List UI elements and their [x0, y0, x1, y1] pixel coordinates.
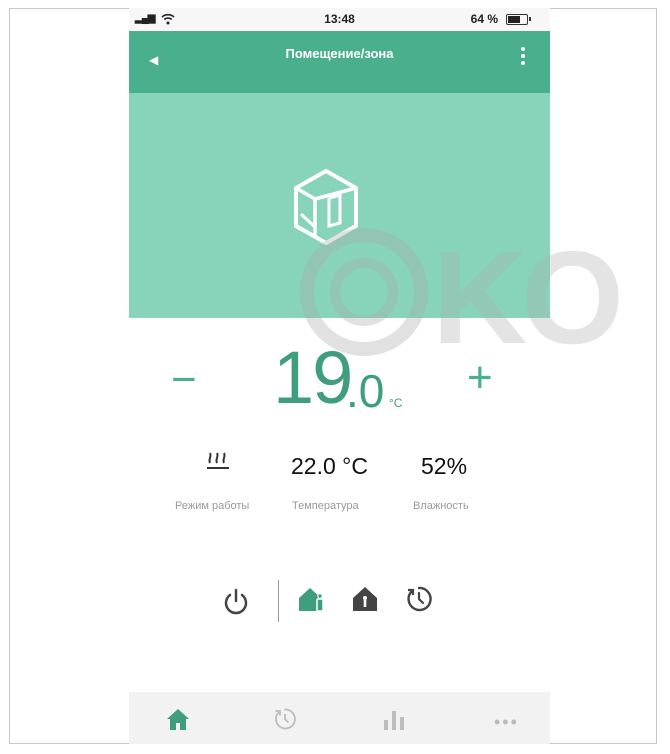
increase-temp-button[interactable]: + [467, 356, 493, 400]
phone-screen: ▂▄▆ 13:48 64 % ◀ Помещение/зона − 19 .0 … [129, 8, 550, 744]
status-bar: ▂▄▆ 13:48 64 % [129, 8, 550, 31]
power-icon[interactable] [221, 586, 251, 616]
setpoint-unit: °C [389, 396, 403, 410]
mode-label: Режим работы [175, 500, 250, 512]
setpoint-control: − 19 .0 °C + [129, 338, 550, 418]
heating-icon[interactable] [205, 447, 231, 473]
setpoint-value: 19 [273, 336, 353, 419]
home-lock-icon[interactable] [350, 584, 380, 614]
more-menu-icon[interactable] [520, 47, 526, 71]
setpoint-decimal: .0 [346, 365, 385, 417]
home-icon[interactable] [165, 706, 191, 732]
room-icon [294, 169, 358, 245]
schedule-nav-icon[interactable] [272, 706, 298, 732]
room-banner [129, 93, 550, 318]
decrease-temp-button[interactable]: − [171, 358, 197, 402]
battery-icon [506, 14, 531, 25]
schedule-icon[interactable] [404, 584, 434, 614]
current-temperature: 22.0 °C [291, 453, 368, 479]
humidity-label: Влажность [413, 500, 469, 512]
temperature-label: Температура [292, 500, 359, 512]
chart-icon[interactable] [381, 706, 407, 732]
home-info-icon[interactable] [296, 584, 326, 614]
mode-controls [129, 578, 550, 628]
app-header: ◀ Помещение/зона [129, 31, 550, 93]
controls-divider [278, 580, 279, 622]
current-humidity: 52% [421, 453, 468, 479]
more-nav-icon[interactable]: ••• [494, 712, 519, 733]
battery-percent: 64 % [470, 12, 498, 26]
page-title: Помещение/зона [285, 46, 394, 61]
bottom-nav: ••• [129, 692, 550, 744]
